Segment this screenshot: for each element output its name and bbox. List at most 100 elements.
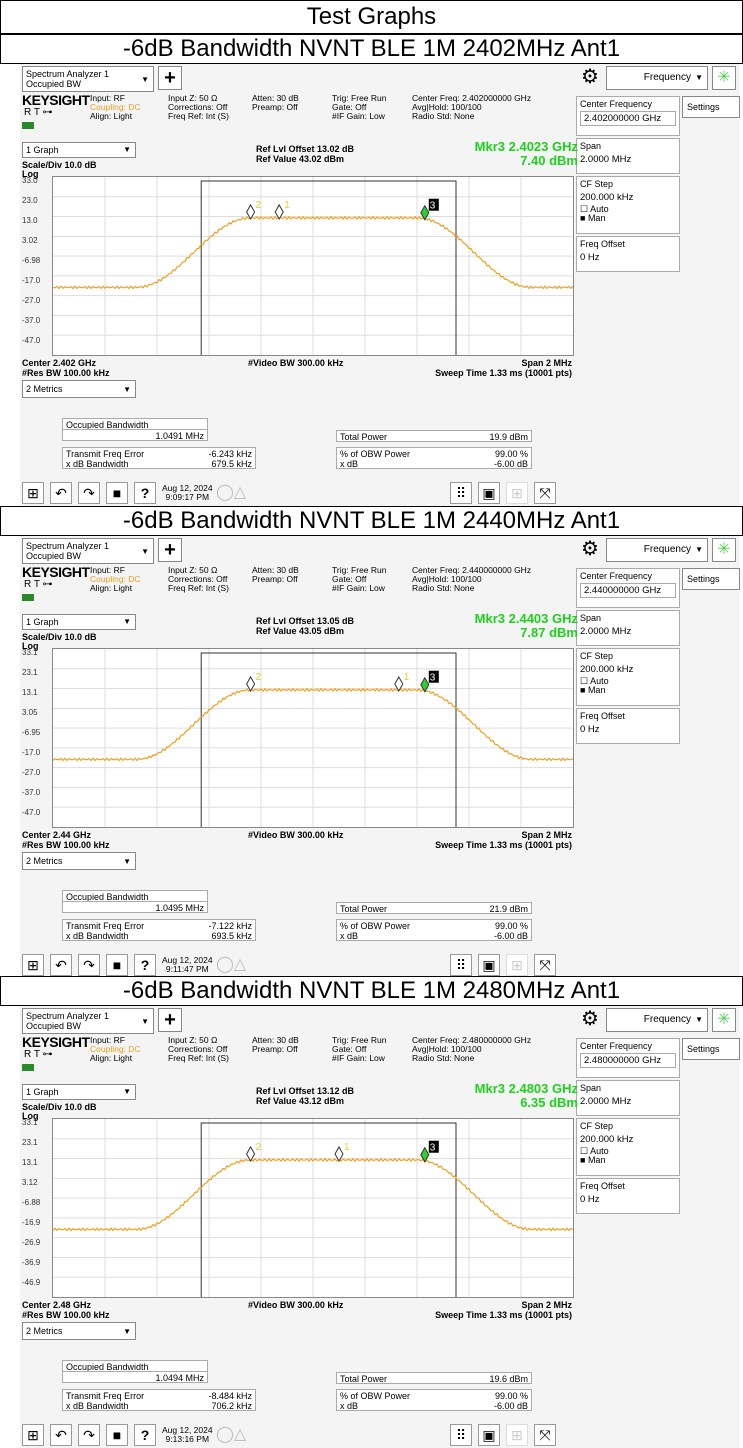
y-tick-label: 23.1 bbox=[22, 1138, 38, 1147]
metrics-selector[interactable]: 2 Metrics ▼ bbox=[22, 1322, 136, 1340]
obw-power-box: % of OBW Power 99.00 % x dB -6.00 dB bbox=[336, 447, 532, 469]
freq-offset-key[interactable]: Freq Offset 0 Hz bbox=[576, 236, 680, 272]
add-window-button[interactable]: + bbox=[158, 66, 182, 90]
grid-icon[interactable]: ⊞ bbox=[506, 482, 528, 504]
settings-button[interactable]: Settings bbox=[682, 568, 740, 590]
frequency-menu[interactable]: Frequency ▼ bbox=[606, 1008, 708, 1032]
window-selector[interactable]: Spectrum Analyzer 1 Occupied BW ▼ bbox=[22, 538, 154, 564]
tool-icon[interactable]: ▣ bbox=[478, 482, 500, 504]
chevron-down-icon: ▼ bbox=[141, 75, 149, 84]
undo-icon[interactable]: ↶ bbox=[50, 1424, 72, 1446]
folder-icon[interactable]: ■ bbox=[106, 482, 128, 504]
redo-icon[interactable]: ↷ bbox=[78, 954, 100, 976]
center-freq-info: Center Freq: 2.440000000 GHz Avg|Hold: 10… bbox=[412, 565, 532, 593]
rt-indicator: R T ⊶ bbox=[24, 1049, 53, 1060]
span-key[interactable]: Span 2.0000 MHz bbox=[576, 138, 680, 174]
settings-button[interactable]: Settings bbox=[682, 1038, 740, 1060]
help-icon[interactable]: ? bbox=[134, 1424, 156, 1446]
gear-icon[interactable]: ⚙ bbox=[578, 538, 602, 562]
freq-offset-key[interactable]: Freq Offset 0 Hz bbox=[576, 1178, 680, 1214]
settings-button[interactable]: Settings bbox=[682, 96, 740, 118]
center-freq-label: Center 2.44 GHz bbox=[22, 830, 92, 840]
y-tick-label: 23.1 bbox=[22, 668, 38, 677]
help-icon[interactable]: ? bbox=[134, 954, 156, 976]
y-tick-label: 13.0 bbox=[22, 216, 38, 225]
graph-selector[interactable]: 1 Graph ▼ bbox=[22, 614, 136, 630]
freq-offset-key[interactable]: Freq Offset 0 Hz bbox=[576, 708, 680, 744]
metrics-selector[interactable]: 2 Metrics ▼ bbox=[22, 380, 136, 398]
rt-indicator: R T ⊶ bbox=[24, 107, 53, 118]
help-icon[interactable]: ? bbox=[134, 482, 156, 504]
undo-icon[interactable]: ↶ bbox=[50, 954, 72, 976]
vbw-label: #Video BW 300.00 kHz bbox=[248, 358, 344, 368]
sweep-label: Sweep Time 1.33 ms (10001 pts) bbox=[435, 368, 572, 378]
graph-selector[interactable]: 1 Graph ▼ bbox=[22, 142, 136, 158]
windows-icon[interactable]: ⊞ bbox=[22, 954, 44, 976]
add-window-button[interactable]: + bbox=[158, 1008, 182, 1032]
spectrum-plot[interactable]: 2 1 3 bbox=[52, 176, 574, 356]
redo-icon[interactable]: ↷ bbox=[78, 1424, 100, 1446]
center-frequency-key[interactable]: Center Frequency 2.480000000 GHz bbox=[576, 1038, 680, 1078]
tool-icon[interactable]: ▣ bbox=[478, 954, 500, 976]
y-tick-label: -17.0 bbox=[22, 748, 41, 757]
fullscreen-icon[interactable]: ⤧ bbox=[534, 482, 556, 504]
cf-step-key[interactable]: CF Step 200.000 kHz ☐ Auto ■ Man bbox=[576, 648, 680, 706]
grid-icon[interactable]: ⊞ bbox=[506, 954, 528, 976]
keypad-icon[interactable]: ⠿ bbox=[450, 1424, 472, 1446]
spectrum-plot[interactable]: 2 1 3 bbox=[52, 1118, 574, 1298]
center-frequency-key[interactable]: Center Frequency 2.440000000 GHz bbox=[576, 568, 680, 608]
center-freq-info: Center Freq: 2.480000000 GHz Avg|Hold: 10… bbox=[412, 1035, 532, 1063]
metrics-selector[interactable]: 2 Metrics ▼ bbox=[22, 852, 136, 870]
analyzer-window: Spectrum Analyzer 1 Occupied BW ▼ + ⚙ Fre… bbox=[20, 64, 740, 506]
y-tick-label: 3.05 bbox=[22, 708, 38, 717]
frequency-menu[interactable]: Frequency ▼ bbox=[606, 66, 708, 90]
frequency-panel: Center Frequency 2.480000000 GHz Span 2.00… bbox=[576, 1038, 680, 1446]
y-tick-label: -47.0 bbox=[22, 808, 41, 817]
tfe-box: Transmit Freq Error -8.484 kHz x dB Bandwi… bbox=[62, 1389, 256, 1411]
window-selector[interactable]: Spectrum Analyzer 1 Occupied BW ▼ bbox=[22, 1008, 154, 1034]
obw-bracket bbox=[200, 180, 457, 355]
y-tick-label: -6.95 bbox=[22, 728, 41, 737]
add-window-button[interactable]: + bbox=[158, 538, 182, 562]
frequency-menu[interactable]: Frequency ▼ bbox=[606, 538, 708, 562]
fullscreen-icon[interactable]: ⤧ bbox=[534, 1424, 556, 1446]
cf-step-key[interactable]: CF Step 200.000 kHz ☐ Auto ■ Man bbox=[576, 176, 680, 234]
y-tick-label: -16.9 bbox=[22, 1218, 41, 1227]
section-title: -6dB Bandwidth NVNT BLE 1M 2480MHz Ant1 bbox=[0, 976, 743, 1006]
windows-icon[interactable]: ⊞ bbox=[22, 482, 44, 504]
fullscreen-icon[interactable]: ⤧ bbox=[534, 954, 556, 976]
undo-icon[interactable]: ↶ bbox=[50, 482, 72, 504]
datetime: Aug 12, 2024 9:13:16 PM bbox=[162, 1425, 213, 1444]
windows-icon[interactable]: ⊞ bbox=[22, 1424, 44, 1446]
obw-value: 1.0495 MHz bbox=[62, 901, 208, 913]
grid-icon[interactable]: ⊞ bbox=[506, 1424, 528, 1446]
y-tick-label: 33.1 bbox=[22, 648, 38, 657]
analyzer-window: Spectrum Analyzer 1 Occupied BW ▼ + ⚙ Fre… bbox=[20, 536, 740, 978]
obw-value: 1.0494 MHz bbox=[62, 1371, 208, 1383]
center-freq-info: Center Freq: 2.402000000 GHz Avg|Hold: 10… bbox=[412, 93, 532, 121]
cf-step-key[interactable]: CF Step 200.000 kHz ☐ Auto ■ Man bbox=[576, 1118, 680, 1176]
center-frequency-key[interactable]: Center Frequency 2.402000000 GHz bbox=[576, 96, 680, 136]
y-tick-label: -36.9 bbox=[22, 1258, 41, 1267]
marker-label: 1 bbox=[284, 200, 290, 211]
gear-icon[interactable]: ⚙ bbox=[578, 66, 602, 90]
gear-icon[interactable]: ⚙ bbox=[578, 1008, 602, 1032]
total-power-box: Total Power 19.9 dBm bbox=[336, 430, 532, 442]
keypad-icon[interactable]: ⠿ bbox=[450, 954, 472, 976]
spectrum-plot[interactable]: 2 1 3 bbox=[52, 648, 574, 828]
span-key[interactable]: Span 2.0000 MHz bbox=[576, 1080, 680, 1116]
y-tick-label: 3.12 bbox=[22, 1178, 38, 1187]
keypad-icon[interactable]: ⠿ bbox=[450, 482, 472, 504]
tool-icon[interactable]: ▣ bbox=[478, 1424, 500, 1446]
folder-icon[interactable]: ■ bbox=[106, 1424, 128, 1446]
span-key[interactable]: Span 2.0000 MHz bbox=[576, 610, 680, 646]
folder-icon[interactable]: ■ bbox=[106, 954, 128, 976]
window-selector[interactable]: Spectrum Analyzer 1 Occupied BW ▼ bbox=[22, 66, 154, 92]
graph-selector[interactable]: 1 Graph ▼ bbox=[22, 1084, 136, 1100]
ref-level-info: Ref Lvl Offset 13.02 dB Ref Value 43.02 d… bbox=[256, 144, 355, 164]
marker-readout: Mkr3 2.4403 GHz 7.87 dBm bbox=[474, 611, 578, 640]
redo-icon[interactable]: ↷ bbox=[78, 482, 100, 504]
obw-bracket bbox=[200, 652, 457, 827]
chevron-down-icon: ▼ bbox=[123, 617, 131, 626]
tfe-box: Transmit Freq Error -7.122 kHz x dB Bandwi… bbox=[62, 919, 256, 941]
